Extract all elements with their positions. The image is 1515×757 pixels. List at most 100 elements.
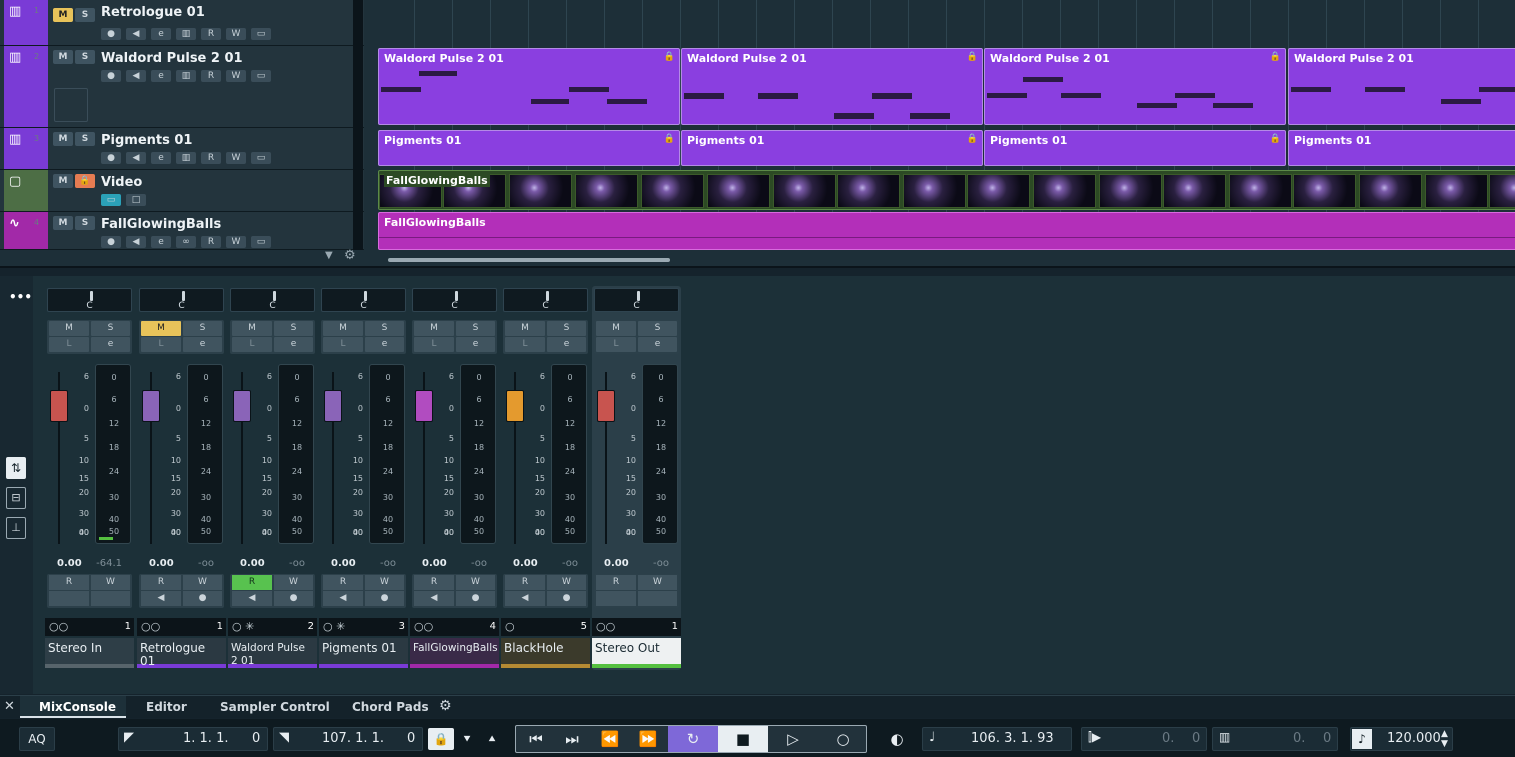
edit-button[interactable]: e: [456, 337, 495, 352]
read-button[interactable]: R: [201, 28, 221, 40]
monitor-icon[interactable]: ◀: [126, 236, 146, 248]
volume-fader[interactable]: [142, 390, 160, 422]
midi-part[interactable]: Waldord Pulse 2 01: [1288, 48, 1515, 125]
volume-fader[interactable]: [50, 390, 68, 422]
lanes-icon[interactable]: ▭: [251, 70, 271, 82]
volume-fader[interactable]: [233, 390, 251, 422]
volume-value[interactable]: 0.00: [240, 558, 265, 569]
record-enable-icon[interactable]: ●: [183, 591, 222, 606]
read-automation-button[interactable]: R: [49, 575, 89, 590]
tab-sampler-control[interactable]: Sampler Control: [220, 700, 330, 714]
fast-forward-icon[interactable]: ⏩: [635, 728, 661, 750]
tab-mixconsole[interactable]: MixConsole: [39, 700, 116, 714]
auto-quantize-button[interactable]: AQ: [19, 727, 55, 751]
channel-name[interactable]: FallGlowingBalls: [410, 638, 499, 668]
channel-name[interactable]: BlackHole: [501, 638, 590, 668]
read-automation-button[interactable]: R: [596, 575, 636, 590]
volume-fader[interactable]: [506, 390, 524, 422]
chevron-down-icon[interactable]: ▼: [325, 250, 333, 261]
peak-value[interactable]: -oo: [289, 558, 305, 569]
monitor-icon[interactable]: [49, 591, 89, 606]
metronome-icon[interactable]: ♪: [1352, 729, 1372, 749]
track-list-divider[interactable]: [353, 0, 363, 250]
mute-button[interactable]: M: [53, 174, 73, 188]
solo-button[interactable]: S: [274, 321, 313, 336]
volume-value[interactable]: 0.00: [331, 558, 356, 569]
channel-name[interactable]: Stereo In: [45, 638, 134, 668]
cycle-icon[interactable]: ↻: [668, 726, 718, 752]
tempo-stepper-icon[interactable]: ▲ ▼: [1441, 729, 1448, 749]
loop-icon[interactable]: ∞: [176, 236, 196, 248]
channel-name[interactable]: Pigments 01: [319, 638, 408, 668]
listen-button[interactable]: L: [232, 337, 272, 352]
solo-button[interactable]: S: [547, 321, 586, 336]
read-button[interactable]: R: [201, 70, 221, 82]
record-enable-icon[interactable]: ●: [101, 28, 121, 40]
solo-button[interactable]: S: [183, 321, 222, 336]
volume-fader[interactable]: [597, 390, 615, 422]
track-name[interactable]: Video: [101, 175, 142, 190]
midi-part[interactable]: Pigments 01 🔒: [984, 130, 1286, 166]
primary-time-display[interactable]: ♩ 106. 3. 1. 93: [922, 727, 1072, 751]
midi-part[interactable]: Pigments 01: [1288, 130, 1515, 166]
lanes-icon[interactable]: ▭: [251, 28, 271, 40]
midi-part[interactable]: Waldord Pulse 2 01 🔒: [378, 48, 680, 125]
lanes-icon[interactable]: ▭: [251, 236, 271, 248]
tab-editor[interactable]: Editor: [146, 700, 187, 714]
track-name[interactable]: Retrologue 01: [101, 5, 205, 20]
right-locator[interactable]: ◥ 107. 1. 1. 0: [273, 727, 423, 751]
record-enable-icon[interactable]: ●: [456, 591, 495, 606]
monitor-icon[interactable]: [596, 591, 636, 606]
channel-name[interactable]: Retrologue 01: [137, 638, 226, 668]
monitor-icon[interactable]: ◀: [141, 591, 181, 606]
volume-fader[interactable]: [415, 390, 433, 422]
play-icon[interactable]: ▷: [780, 728, 806, 750]
instrument-icon[interactable]: ▥: [176, 152, 196, 164]
monitor-icon[interactable]: ◀: [232, 591, 272, 606]
gear-icon[interactable]: ⚙: [439, 698, 452, 714]
volume-value[interactable]: 0.00: [57, 558, 82, 569]
solo-button[interactable]: S: [75, 132, 95, 146]
listen-button[interactable]: L: [49, 337, 89, 352]
record-enable-icon[interactable]: [638, 591, 677, 606]
pan-control[interactable]: C: [47, 288, 132, 312]
midi-part[interactable]: Waldord Pulse 2 01 🔒: [681, 48, 983, 125]
write-button[interactable]: W: [226, 236, 246, 248]
edit-button[interactable]: e: [183, 337, 222, 352]
mute-button[interactable]: M: [141, 321, 181, 336]
edit-button[interactable]: e: [365, 337, 404, 352]
midi-part[interactable]: Pigments 01 🔒: [681, 130, 983, 166]
track-name[interactable]: Waldord Pulse 2 01: [101, 51, 243, 66]
write-button[interactable]: W: [226, 152, 246, 164]
instrument-icon[interactable]: ▥: [176, 70, 196, 82]
pan-control[interactable]: C: [594, 288, 679, 312]
pan-control[interactable]: C: [412, 288, 497, 312]
midi-part[interactable]: Waldord Pulse 2 01 🔒: [984, 48, 1286, 125]
thumbnail-icon[interactable]: ▭: [101, 194, 121, 206]
punch-in-icon[interactable]: ⯆: [454, 728, 480, 750]
peak-value[interactable]: -oo: [653, 558, 669, 569]
solo-button[interactable]: S: [91, 321, 130, 336]
record-enable-icon[interactable]: ●: [101, 236, 121, 248]
tab-chord-pads[interactable]: Chord Pads: [352, 700, 429, 714]
pan-control[interactable]: C: [139, 288, 224, 312]
write-button[interactable]: W: [226, 70, 246, 82]
solo-button[interactable]: S: [456, 321, 495, 336]
volume-value[interactable]: 0.00: [513, 558, 538, 569]
track-video[interactable]: ▢ M 🔒 Video ▭ □: [0, 170, 364, 212]
read-automation-button[interactable]: R: [414, 575, 454, 590]
edit-button[interactable]: e: [274, 337, 313, 352]
listen-button[interactable]: L: [141, 337, 181, 352]
monitor-icon[interactable]: ◀: [126, 152, 146, 164]
follow-icon[interactable]: ◐: [884, 728, 910, 750]
channel-name[interactable]: Waldord Pulse 2 01: [228, 638, 317, 668]
frame-icon[interactable]: □: [126, 194, 146, 206]
listen-button[interactable]: L: [596, 337, 636, 352]
solo-button[interactable]: S: [75, 50, 95, 64]
pan-control[interactable]: C: [230, 288, 315, 312]
solo-button[interactable]: S: [365, 321, 404, 336]
mute-button[interactable]: M: [232, 321, 272, 336]
lock-icon[interactable]: 🔒: [428, 728, 454, 750]
left-locator[interactable]: ◤ 1. 1. 1. 0: [118, 727, 268, 751]
peak-value[interactable]: -oo: [471, 558, 487, 569]
